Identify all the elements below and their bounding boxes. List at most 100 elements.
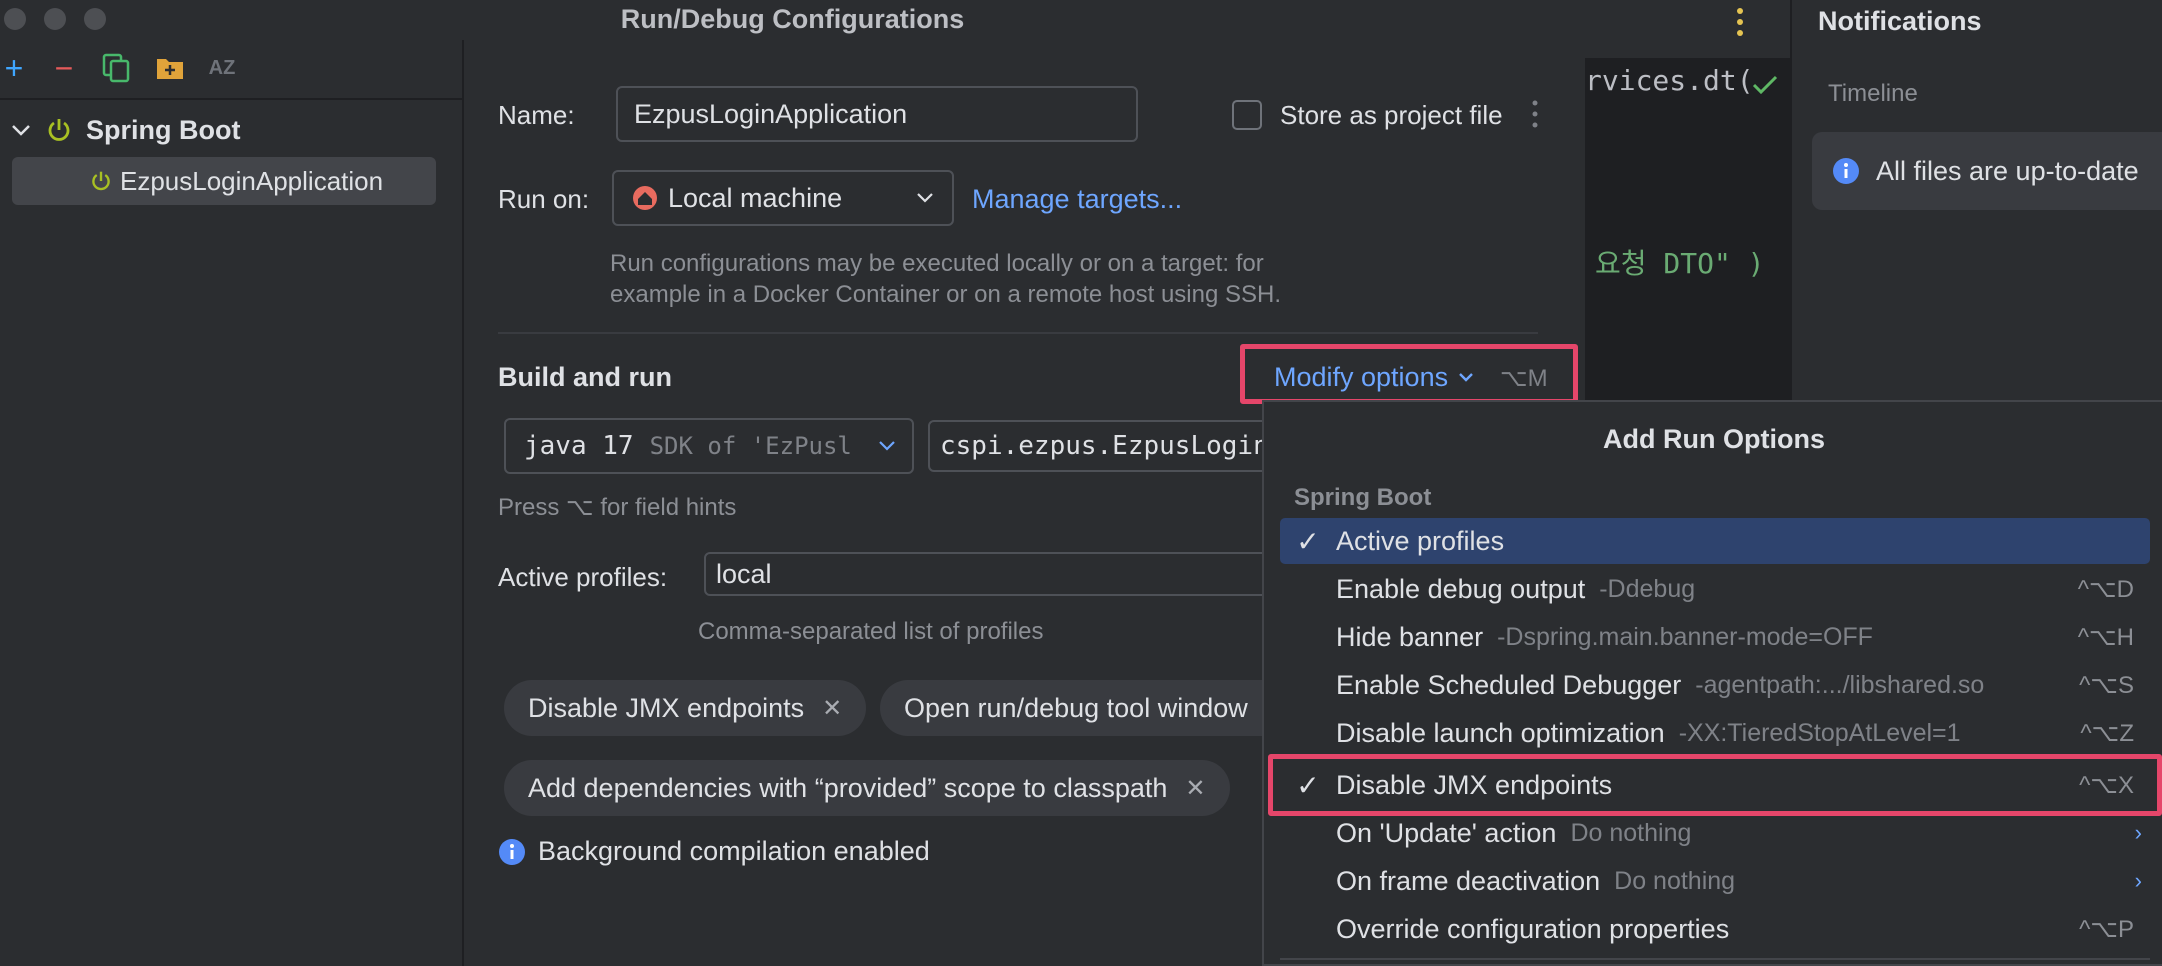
option-on-update-action[interactable]: On 'Update' action Do nothing ›: [1280, 810, 2150, 856]
divider: [498, 332, 1538, 334]
option-shortcut: ^⌥D: [2077, 575, 2134, 603]
chevron-right-icon: ›: [2134, 820, 2142, 845]
timeline-tab[interactable]: Timeline: [1828, 80, 1918, 108]
chevron-right-icon: ›: [2134, 868, 2142, 893]
store-as-project-file-checkbox[interactable]: [1232, 100, 1262, 130]
chevron-down-icon[interactable]: [10, 123, 32, 137]
tree-item-label: EzpusLoginApplication: [120, 165, 384, 196]
tree-group-label: Spring Boot: [86, 114, 241, 145]
option-label: Active profiles: [1336, 525, 1505, 556]
sdk-value: java 17: [524, 431, 634, 461]
home-icon: [633, 186, 657, 210]
chip-label: Add dependencies with “provided” scope t…: [528, 772, 1168, 803]
add-configuration-icon[interactable]: +: [0, 50, 32, 86]
active-profiles-label: Active profiles:: [498, 562, 668, 592]
info-icon: [499, 838, 525, 865]
option-label: Disable launch optimization: [1336, 717, 1665, 748]
notification-card[interactable]: All files are up-to-date: [1812, 132, 2162, 210]
notification-message: All files are up-to-date: [1876, 155, 2139, 186]
chip-label: Disable JMX endpoints: [528, 692, 805, 723]
name-label: Name:: [498, 100, 575, 130]
spring-boot-power-icon: [92, 171, 110, 191]
option-shortcut: ^⌥Z: [2080, 719, 2134, 747]
chip-label: Open run/debug tool window: [904, 692, 1248, 723]
popup-section-label: Spring Boot: [1294, 484, 1432, 511]
info-text: Background compilation enabled: [538, 836, 930, 866]
chevron-down-icon: [1459, 373, 1473, 382]
run-on-hint-line1: Run configurations may be executed local…: [610, 250, 1264, 277]
field-hints-hint: Press ⌥ for field hints: [498, 494, 737, 521]
modify-options-label: Modify options: [1274, 362, 1449, 392]
run-on-label: Run on:: [498, 184, 590, 214]
option-desc: Do nothing: [1614, 866, 1736, 895]
active-profiles-input[interactable]: local: [704, 552, 1268, 596]
tree-item-ezpus-login-application[interactable]: EzpusLoginApplication: [12, 157, 436, 205]
run-on-value: Local machine: [668, 182, 843, 213]
editor-tabbar: [1585, 0, 1790, 58]
option-disable-launch-optimization[interactable]: Disable launch optimization -XX:TieredSt…: [1280, 710, 2150, 756]
active-profiles-hint: Comma-separated list of profiles: [698, 618, 1044, 645]
option-enable-scheduled-debugger[interactable]: Enable Scheduled Debugger -agentpath:...…: [1280, 662, 2150, 708]
info-icon: [1833, 158, 1859, 184]
more-options-icon[interactable]: [1532, 98, 1538, 130]
add-run-options-popup: Add Run Options Spring Boot ✓ Active pro…: [1262, 400, 2162, 966]
remove-configuration-icon[interactable]: −: [46, 50, 82, 86]
option-disable-jmx-endpoints[interactable]: ✓ Disable JMX endpoints ^⌥X: [1280, 762, 2150, 808]
option-desc: -Ddebug: [1599, 574, 1696, 603]
option-override-configuration-properties[interactable]: Override configuration properties ^⌥P: [1280, 906, 2150, 952]
option-hide-banner[interactable]: Hide banner -Dspring.main.banner-mode=OF…: [1280, 614, 2150, 660]
option-desc: -XX:TieredStopAtLevel=1: [1678, 718, 1961, 747]
option-on-frame-deactivation[interactable]: On frame deactivation Do nothing ›: [1280, 858, 2150, 904]
close-icon[interactable]: ✕: [1185, 774, 1205, 803]
option-desc: -agentpath:.../libshared.so: [1695, 670, 1985, 699]
option-shortcut: ^⌥X: [2079, 771, 2134, 799]
manage-targets-link[interactable]: Manage targets...: [972, 184, 1182, 215]
build-and-run-title: Build and run: [498, 362, 672, 392]
modify-options-button[interactable]: Modify options: [1274, 362, 1474, 393]
close-icon[interactable]: ✕: [822, 694, 842, 723]
more-options-icon[interactable]: [1735, 6, 1745, 40]
modify-options-shortcut: ⌥M: [1500, 365, 1548, 392]
run-on-select[interactable]: Local machine: [612, 170, 954, 226]
store-as-project-file-label: Store as project file: [1280, 100, 1503, 130]
option-label: Hide banner: [1336, 621, 1484, 652]
configurations-tree-panel: + − AZ Spring Boot EzpusLoginApplication: [0, 40, 464, 966]
dialog-title: Run/Debug Configurations: [620, 4, 965, 34]
option-label: On 'Update' action: [1336, 817, 1557, 848]
code-line-1: rvices.dt(: [1585, 64, 1754, 97]
notifications-panel: Notifications Timeline All files are up-…: [1790, 0, 2162, 400]
dialog-titlebar: Run/Debug Configurations: [0, 0, 1585, 40]
option-desc: -Dspring.main.banner-mode=OFF: [1497, 622, 1873, 651]
sort-az-icon[interactable]: AZ: [204, 50, 240, 86]
option-label: Enable Scheduled Debugger: [1336, 669, 1682, 700]
sdk-select[interactable]: java 17 SDK of 'EzPusl: [504, 418, 914, 474]
tree-group-spring-boot[interactable]: Spring Boot: [10, 108, 240, 152]
check-icon: ✓: [1296, 525, 1320, 557]
option-label: Override configuration properties: [1336, 913, 1730, 944]
new-folder-icon[interactable]: [152, 50, 188, 86]
name-input[interactable]: EzpusLoginApplication: [616, 86, 1138, 142]
option-active-profiles[interactable]: ✓ Active profiles: [1280, 518, 2150, 564]
popup-title: Add Run Options: [1603, 424, 1825, 454]
option-shortcut: ^⌥S: [2079, 671, 2134, 699]
code-editor-fragment: rvices.dt( 요청 DTO" ): [1585, 0, 1790, 400]
option-shortcut: ^⌥H: [2077, 623, 2134, 651]
option-desc: Do nothing: [1570, 818, 1692, 847]
notifications-title: Notifications: [1818, 6, 1982, 36]
chevron-down-icon: [917, 193, 933, 203]
check-icon: ✓: [1296, 769, 1320, 801]
run-on-hint-line2: example in a Docker Container or on a re…: [610, 281, 1282, 308]
background-compilation-info: Background compilation enabled: [498, 836, 930, 867]
option-label: Enable debug output: [1336, 573, 1586, 604]
option-label: On frame deactivation: [1336, 865, 1601, 896]
option-enable-debug-output[interactable]: Enable debug output -Ddebug ^⌥D: [1280, 566, 2150, 612]
sdk-detail: SDK of 'EzPusl: [649, 432, 852, 460]
copy-configuration-icon[interactable]: [98, 50, 134, 86]
tree-toolbar: + − AZ: [0, 40, 462, 100]
option-label: Disable JMX endpoints: [1336, 769, 1613, 800]
chip-add-dependencies[interactable]: Add dependencies with “provided” scope t…: [504, 760, 1230, 816]
option-shortcut: ^⌥P: [2079, 915, 2134, 943]
chip-disable-jmx[interactable]: Disable JMX endpoints ✕: [504, 680, 867, 736]
main-class-input[interactable]: cspi.ezpus.EzpusLogin: [928, 420, 1268, 472]
chip-open-tool-window[interactable]: Open run/debug tool window: [880, 680, 1268, 736]
